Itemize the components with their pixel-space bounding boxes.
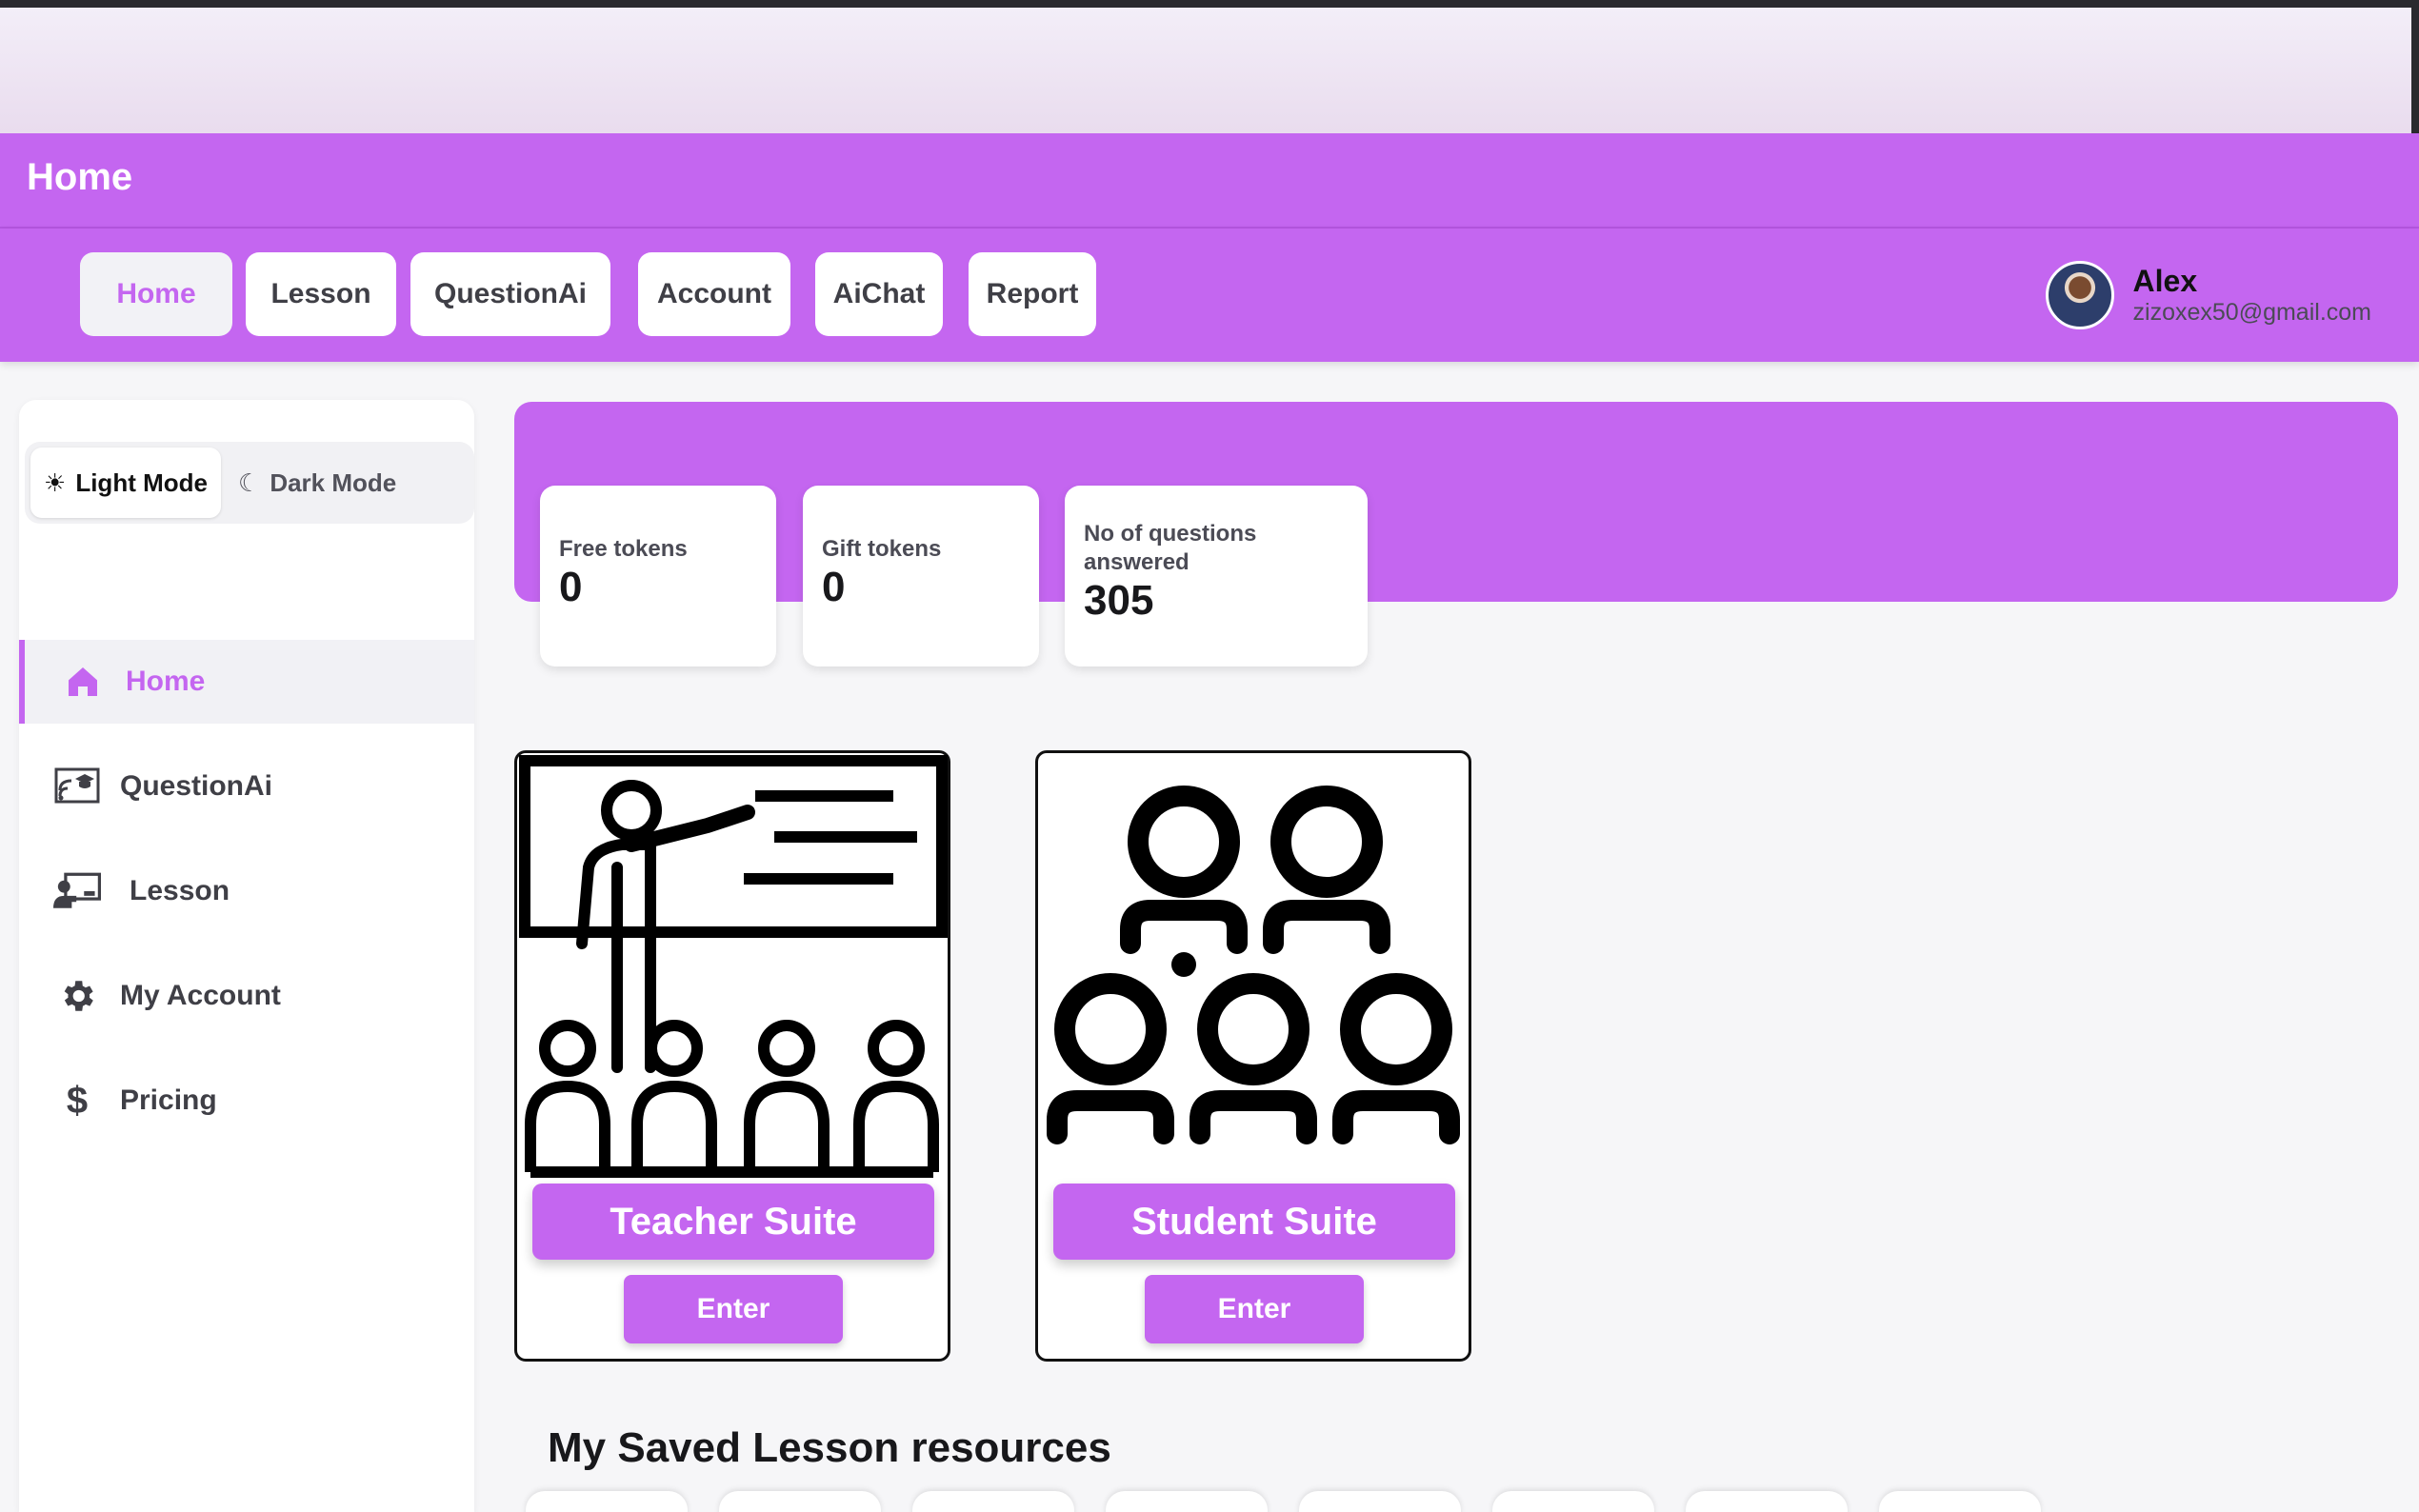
- user-profile[interactable]: Alex zizoxex50@gmail.com: [2045, 257, 2371, 333]
- stat-label: No of questions answered: [1084, 521, 1257, 575]
- stat-card-questions-answered: No of questions answered 305: [1065, 486, 1368, 666]
- sidebar-item-label: Lesson: [130, 875, 230, 906]
- sidebar-item-questionai[interactable]: QuestionAi: [19, 745, 474, 828]
- nav-account-button[interactable]: Account: [638, 252, 790, 336]
- nav-questionai-button[interactable]: QuestionAi: [410, 252, 610, 336]
- stat-card-free-tokens: Free tokens 0: [540, 486, 776, 666]
- sidebar-item-label: Pricing: [120, 1084, 217, 1116]
- sidebar: ☀ Light Mode ☾ Dark Mode Home QuestionAi: [19, 400, 474, 1512]
- saved-resource-tab[interactable]: [1686, 1491, 1848, 1512]
- home-icon: [59, 661, 107, 703]
- window-top-border: [0, 0, 2419, 8]
- nav-aichat-button[interactable]: AiChat: [815, 252, 943, 336]
- avatar[interactable]: [2045, 261, 2114, 329]
- light-mode-button[interactable]: ☀ Light Mode: [30, 448, 221, 518]
- stat-card-gift-tokens: Gift tokens 0: [803, 486, 1039, 666]
- user-email: zizoxex50@gmail.com: [2132, 299, 2371, 326]
- browser-background: [0, 8, 2419, 133]
- sidebar-item-home[interactable]: Home: [19, 640, 474, 724]
- moon-icon: ☾: [238, 468, 261, 497]
- saved-resource-tab[interactable]: [526, 1491, 688, 1512]
- page-title: Home: [27, 156, 133, 198]
- theme-toggle: ☀ Light Mode ☾ Dark Mode: [25, 442, 474, 524]
- top-nav: Home Lesson QuestionAi Account AiChat Re…: [0, 229, 2419, 362]
- stat-value: 305: [1084, 577, 1154, 624]
- sidebar-item-label: My Account: [120, 980, 281, 1011]
- nav-report-button[interactable]: Report: [969, 252, 1096, 336]
- teacher-classroom-icon: [519, 755, 948, 1178]
- stat-label: Free tokens: [559, 536, 688, 562]
- student-suite-card: Student Suite Enter: [1035, 750, 1471, 1362]
- student-group-icon: [1047, 786, 1460, 1144]
- dashboard-banner: [514, 402, 2398, 602]
- sidebar-item-label: QuestionAi: [120, 770, 273, 802]
- sidebar-item-pricing[interactable]: $ Pricing: [19, 1059, 474, 1143]
- question-ai-icon: [53, 766, 101, 807]
- title-bar: Home: [0, 133, 2419, 229]
- saved-resource-tab[interactable]: [1106, 1491, 1268, 1512]
- saved-resource-tab[interactable]: [1879, 1491, 2041, 1512]
- saved-resource-tab[interactable]: [1299, 1491, 1461, 1512]
- dollar-icon: $: [66, 1079, 89, 1122]
- nav-home-button[interactable]: Home: [80, 252, 232, 336]
- lesson-icon: [53, 870, 101, 912]
- light-mode-label: Light Mode: [75, 468, 208, 497]
- teacher-suite-title: Teacher Suite: [532, 1184, 934, 1260]
- sidebar-item-my-account[interactable]: My Account: [19, 954, 474, 1038]
- student-suite-enter-button[interactable]: Enter: [1145, 1275, 1364, 1343]
- saved-resource-tab[interactable]: [912, 1491, 1074, 1512]
- sidebar-item-lesson[interactable]: Lesson: [19, 849, 474, 933]
- window-edge: [2411, 8, 2419, 133]
- dark-mode-button[interactable]: ☾ Dark Mode: [238, 448, 448, 518]
- stat-value: 0: [559, 564, 583, 610]
- stat-label: Gift tokens: [822, 536, 942, 562]
- dark-mode-label: Dark Mode: [270, 468, 397, 497]
- sun-icon: ☀: [44, 468, 67, 497]
- sidebar-item-label: Home: [126, 666, 206, 697]
- teacher-suite-card: Teacher Suite Enter: [514, 750, 950, 1362]
- saved-resource-tab[interactable]: [1492, 1491, 1654, 1512]
- teacher-suite-enter-button[interactable]: Enter: [624, 1275, 843, 1343]
- stat-value: 0: [822, 564, 846, 610]
- user-name: Alex: [2132, 264, 2198, 298]
- gear-icon: [53, 975, 101, 1017]
- student-suite-title: Student Suite: [1053, 1184, 1455, 1260]
- saved-resources-heading: My Saved Lesson resources: [548, 1424, 1111, 1471]
- nav-lesson-button[interactable]: Lesson: [246, 252, 396, 336]
- saved-resource-tab[interactable]: [719, 1491, 881, 1512]
